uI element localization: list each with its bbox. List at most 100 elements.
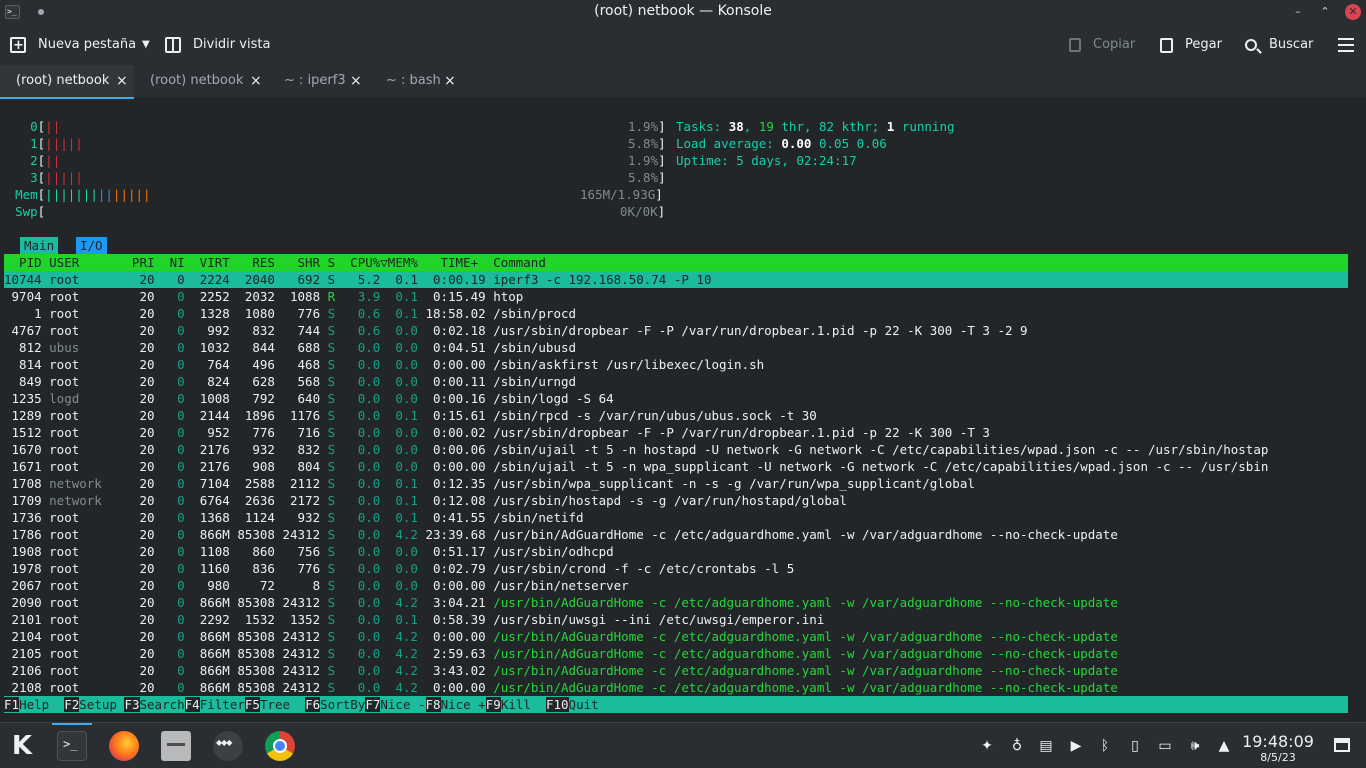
cpu-0-percent: 1.9%] — [628, 119, 666, 134]
tray-expand-icon[interactable]: ▲ — [1215, 737, 1233, 755]
table-row[interactable]: 2090 root 20 0 866M 85308 24312 S 0.0 4.… — [4, 594, 1118, 611]
cell-pid: 2067 — [4, 578, 50, 593]
phone-connect-icon[interactable]: ▯ — [1126, 737, 1144, 755]
fkey-label[interactable]: Help — [19, 697, 64, 712]
table-row[interactable]: 1289 root 20 0 2144 1896 1176 S 0.0 0.1 … — [4, 407, 817, 424]
cell-pri: 20 — [124, 391, 163, 406]
chevron-down-icon[interactable]: ▼ — [142, 39, 150, 50]
cell-virt: 2224 — [192, 272, 238, 287]
copy-button[interactable]: Copiar — [1069, 34, 1135, 56]
show-desktop-icon[interactable] — [1334, 738, 1350, 752]
volume-icon[interactable]: 🕪 — [1186, 737, 1204, 755]
table-row[interactable]: 2067 root 20 0 980 72 8 S 0.0 0.0 0:00.0… — [4, 577, 629, 594]
media-play-icon[interactable]: ▶ — [1067, 737, 1085, 755]
table-row[interactable]: 9704 root 20 0 2252 2032 1088 R 3.9 0.1 … — [4, 288, 524, 305]
fkey-f4[interactable]: F4 — [184, 697, 200, 712]
window-titlebar[interactable]: >_ (root) netbook — Konsole – ⌃ ✕ — [0, 0, 1366, 25]
tab-close-icon[interactable]: × — [116, 65, 128, 97]
table-row[interactable]: 1512 root 20 0 952 776 716 S 0.0 0.0 0:0… — [4, 424, 990, 441]
cell-virt: 866M — [192, 646, 238, 661]
fkey-label[interactable]: Tree — [260, 697, 305, 712]
file-manager-icon[interactable] — [161, 731, 191, 761]
fkey-label[interactable]: Quit — [569, 697, 599, 712]
fkey-label[interactable]: Kill — [501, 697, 546, 712]
cell-pri: 20 — [124, 374, 163, 389]
cell-virt: 824 — [192, 374, 238, 389]
bluetooth-icon[interactable]: ᛒ — [1096, 737, 1114, 755]
table-row[interactable]: 1708 network 20 0 7104 2588 2112 S 0.0 0… — [4, 475, 975, 492]
table-row[interactable]: 1978 root 20 0 1160 836 776 S 0.0 0.0 0:… — [4, 560, 795, 577]
split-view-button[interactable]: Dividir vista — [165, 34, 270, 56]
table-row[interactable]: 1670 root 20 0 2176 932 832 S 0.0 0.0 0:… — [4, 441, 1269, 458]
fkey-label[interactable]: Filter — [200, 697, 245, 712]
minimize-button[interactable]: – — [1290, 4, 1306, 20]
table-row[interactable]: 1235 logd 20 0 1008 792 640 S 0.0 0.0 0:… — [4, 390, 614, 407]
search-button[interactable]: Buscar — [1245, 34, 1313, 56]
hamburger-menu-icon[interactable] — [1338, 38, 1354, 52]
screen-tab-io[interactable]: I/O — [76, 237, 107, 254]
clipboard-icon[interactable]: ▤ — [1037, 737, 1055, 755]
tab-close-icon[interactable]: × — [444, 65, 456, 97]
fkey-f5[interactable]: F5 — [244, 697, 260, 712]
cell-pid: 1736 — [4, 510, 50, 525]
fkey-f6[interactable]: F6 — [305, 697, 321, 712]
table-row[interactable]: 1671 root 20 0 2176 908 804 S 0.0 0.0 0:… — [4, 458, 1269, 475]
cell-time: 0:00.00 — [425, 357, 494, 372]
table-row[interactable]: 1786 root 20 0 866M 85308 24312 S 0.0 4.… — [4, 526, 1118, 543]
table-row[interactable]: 2105 root 20 0 866M 85308 24312 S 0.0 4.… — [4, 645, 1118, 662]
konsole-icon[interactable] — [57, 731, 87, 761]
fkey-f10[interactable]: F10 — [545, 697, 569, 712]
chrome-icon[interactable] — [265, 731, 295, 761]
notifications-icon[interactable]: ✦ — [978, 737, 996, 755]
fkey-label[interactable]: SortBy — [320, 697, 365, 712]
table-row[interactable]: 849 root 20 0 824 628 568 S 0.0 0.0 0:00… — [4, 373, 576, 390]
fkey-label[interactable]: Search — [140, 697, 185, 712]
fkey-label[interactable]: Nice + — [441, 697, 486, 712]
clock-date[interactable]: 8/5/23 — [1236, 751, 1320, 764]
tidal-icon[interactable] — [213, 731, 243, 761]
table-row[interactable]: 2106 root 20 0 866M 85308 24312 S 0.0 4.… — [4, 662, 1118, 679]
table-row[interactable]: 1908 root 20 0 1108 860 756 S 0.0 0.0 0:… — [4, 543, 614, 560]
tab-bash[interactable]: ~ : bash × — [370, 65, 466, 99]
lightbulb-icon[interactable]: ♁ — [1008, 737, 1026, 755]
fkey-label[interactable]: Nice - — [380, 697, 425, 712]
close-button[interactable]: ✕ — [1345, 4, 1361, 20]
cell-s: S — [327, 527, 343, 542]
cell-shr: 1088 — [282, 289, 328, 304]
table-row[interactable]: 2104 root 20 0 866M 85308 24312 S 0.0 4.… — [4, 628, 1118, 645]
table-row[interactable]: 812 ubus 20 0 1032 844 688 S 0.0 0.0 0:0… — [4, 339, 576, 356]
network-icon[interactable]: ▭ — [1156, 737, 1174, 755]
cell-cpu: 0.0 — [342, 476, 388, 491]
terminal-view[interactable]: 0[|| 1[||||| 2[|| 3[||||| Mem[||||||||||… — [0, 99, 1366, 719]
table-row[interactable]: 1 root 20 0 1328 1080 776 S 0.6 0.1 18:5… — [4, 305, 576, 322]
table-row[interactable]: 1709 network 20 0 6764 2636 2172 S 0.0 0… — [4, 492, 847, 509]
tab-root-netbook-1[interactable]: (root) netbook × — [0, 65, 134, 99]
clock-time[interactable]: 19:48:09 — [1236, 732, 1320, 751]
table-row[interactable]: 1736 root 20 0 1368 1124 932 S 0.0 0.1 0… — [4, 509, 584, 526]
fkey-f9[interactable]: F9 — [485, 697, 501, 712]
fkey-f1[interactable]: F1 — [4, 697, 20, 712]
tab-iperf3[interactable]: ~ : iperf3 × — [268, 65, 370, 99]
tab-close-icon[interactable]: × — [350, 65, 362, 97]
paste-button[interactable]: Pegar — [1160, 34, 1222, 56]
fkey-f3[interactable]: F3 — [124, 697, 140, 712]
cell-ni: 0 — [162, 442, 193, 457]
fkey-f2[interactable]: F2 — [64, 697, 80, 712]
process-column-header[interactable]: PID USER PRI NI VIRT RES SHR S CPU%▽MEM%… — [4, 254, 1348, 271]
table-row[interactable]: 2108 root 20 0 866M 85308 24312 S 0.0 4.… — [4, 679, 1118, 696]
screen-tab-main[interactable]: Main — [20, 237, 59, 254]
table-row[interactable]: 2101 root 20 0 2292 1532 1352 S 0.0 0.1 … — [4, 611, 825, 628]
cell-time: 0:00.19 — [425, 272, 494, 287]
tab-root-netbook-2[interactable]: (root) netbook × — [134, 65, 268, 99]
firefox-icon[interactable] — [109, 731, 139, 761]
fkey-f7[interactable]: F7 — [365, 697, 381, 712]
table-row[interactable]: 10744 root 20 0 2224 2040 692 S 5.2 0.1 … — [4, 271, 711, 288]
tab-close-icon[interactable]: × — [250, 65, 262, 97]
fkey-f8[interactable]: F8 — [425, 697, 441, 712]
fkey-label[interactable]: Setup — [79, 697, 124, 712]
maximize-button[interactable]: ⌃ — [1317, 4, 1333, 20]
table-row[interactable]: 4767 root 20 0 992 832 744 S 0.6 0.0 0:0… — [4, 322, 1028, 339]
table-row[interactable]: 814 root 20 0 764 496 468 S 0.0 0.0 0:00… — [4, 356, 764, 373]
application-launcher-icon[interactable]: K — [7, 731, 37, 761]
new-tab-button[interactable]: Nueva pestaña — [10, 34, 136, 57]
